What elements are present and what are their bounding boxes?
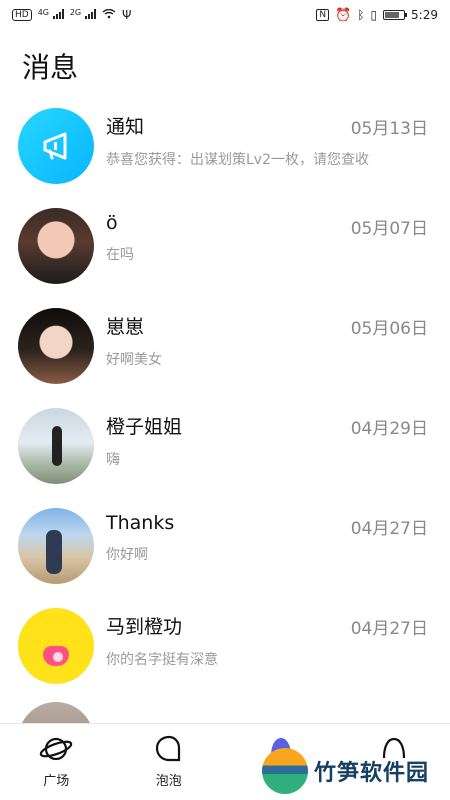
watermark-text: 竹笋软件园 [314,761,430,786]
alarm-icon: ⏰ [335,7,352,23]
message-preview: 恭喜您获得：出谋划策Lv2一枚，请您查收 [106,152,369,168]
status-left: HD 4G 2G Ψ [12,8,131,22]
message-date: 04月27日 [350,619,428,639]
message-preview: 你好啊 [106,547,148,563]
hd-badge: HD [12,9,32,21]
message-date: 04月29日 [350,419,428,439]
message-preview: 嗨 [106,452,120,468]
avatar [18,308,94,384]
avatar [18,408,94,484]
wifi-icon [102,8,116,22]
signal-bars-icon [52,9,64,19]
clock: 5:29 [411,8,438,22]
list-item[interactable]: Thanks 04月27日 你好啊 [0,496,450,596]
tab-square[interactable]: 广场 [0,724,113,800]
usb-icon: Ψ [121,8,132,22]
message-preview: 在吗 [106,247,134,263]
tab-bubble[interactable]: 泡泡 [113,724,226,800]
message-body: 通知 05月13日 恭喜您获得：出谋划策Lv2一枚，请您查收 [94,108,450,184]
network-4g-label: 4G [37,8,49,17]
network-2g-label: 2G [69,8,82,17]
tab-label: 广场 [43,774,70,789]
message-body: ö 05月07日 在吗 [94,208,450,284]
watermark: 竹笋软件园 [262,748,429,794]
battery-icon [383,10,408,20]
notice-avatar [18,108,94,184]
message-body: 崽崽 05月06日 好啊美女 [94,308,450,384]
avatar [18,508,94,584]
tab-label: 泡泡 [155,774,182,789]
watermark-logo-icon [262,748,308,794]
message-preview: 你的名字挺有深意 [106,652,218,668]
nfc-icon: N [316,9,330,21]
status-bar: HD 4G 2G Ψ N ⏰ ᛒ ▯ 5:29 [0,0,450,30]
message-date: 05月07日 [350,219,428,239]
bluetooth-icon: ᛒ [357,8,365,22]
signal-2g: 2G [70,8,96,22]
page-title: 消息 [22,51,79,84]
avatar [18,608,94,684]
message-date: 05月06日 [350,319,428,339]
message-date: 05月13日 [350,119,428,139]
message-preview: 好啊美女 [106,352,162,368]
list-item[interactable]: 马到橙功 04月27日 你的名字挺有深意 [0,596,450,696]
list-item[interactable]: 崽崽 05月06日 好啊美女 [0,296,450,396]
message-date: 04月27日 [350,519,428,539]
avatar [18,208,94,284]
message-body: Thanks 04月27日 你好啊 [94,508,450,584]
bubble-icon [155,735,180,762]
signal-bars-icon [84,9,96,19]
message-list: 通知 05月13日 恭喜您获得：出谋划策Lv2一枚，请您查收 ö 05月07日 … [0,96,450,756]
megaphone-icon [43,132,67,160]
planet-icon [40,737,73,761]
status-right: N ⏰ ᛒ ▯ 5:29 [316,8,438,23]
list-item[interactable]: 橙子姐姐 04月29日 嗨 [0,396,450,496]
message-body: 马到橙功 04月27日 你的名字挺有深意 [94,608,450,684]
message-body: 橙子姐姐 04月29日 嗨 [94,408,450,484]
signal-4g: 4G [38,8,64,22]
list-item[interactable]: ö 05月07日 在吗 [0,196,450,296]
list-item[interactable]: 通知 05月13日 恭喜您获得：出谋划策Lv2一枚，请您查收 [0,96,450,196]
vibrate-icon: ▯ [370,8,378,22]
